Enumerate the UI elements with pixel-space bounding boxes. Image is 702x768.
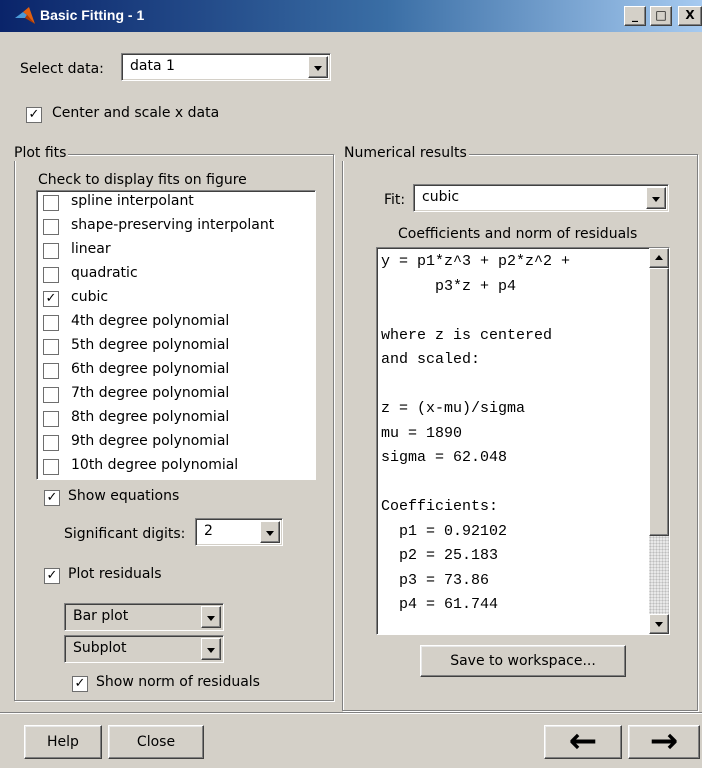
scroll-track[interactable] [649,536,669,614]
matlab-logo-icon [15,7,35,24]
significant-digits-value: 2 [204,523,213,539]
fit-label: quadratic [71,265,138,281]
chevron-down-icon[interactable] [201,638,221,660]
fit-checkbox[interactable]: ✓ [43,291,59,307]
minimize-icon: _ [632,8,638,22]
fit-label: 8th degree polynomial [71,409,230,425]
window-title: Basic Fitting - 1 [40,7,145,23]
coefficients-heading: Coefficients and norm of residuals [398,226,638,242]
fit-label: 6th degree polynomial [71,361,230,377]
fit-checkbox[interactable] [43,339,59,355]
numerical-results-title: Numerical results [342,145,469,161]
fit-checkbox[interactable] [43,267,59,283]
results-text-area[interactable]: y = p1*z^3 + p2*z^2 + p3*z + p4 where z … [376,247,670,635]
residual-plot-type-value: Bar plot [73,608,129,624]
scroll-thumb[interactable] [649,268,669,536]
fit-label: 5th degree polynomial [71,337,230,353]
title-bar[interactable]: Basic Fitting - 1 _ □ X [0,0,702,32]
plot-residuals-checkbox[interactable]: ✓ [44,568,60,584]
chevron-down-icon[interactable] [646,187,666,209]
help-button[interactable]: Help [24,725,102,759]
chevron-down-icon[interactable] [201,606,221,628]
plot-fits-title: Plot fits [12,145,69,161]
close-button[interactable]: Close [108,725,204,759]
footer-separator [0,712,702,714]
results-scrollbar[interactable] [649,248,669,634]
minimize-button[interactable]: _ [624,6,646,26]
save-to-workspace-label: Save to workspace... [450,653,596,669]
basic-fitting-window: Basic Fitting - 1 _ □ X Select data: dat… [0,0,702,768]
results-text: y = p1*z^3 + p2*z^2 + p3*z + p4 where z … [381,253,571,613]
scroll-down-icon[interactable] [649,614,669,634]
fit-checkbox[interactable] [43,243,59,259]
residual-plot-type-dropdown[interactable]: Bar plot [64,603,224,631]
significant-digits-dropdown[interactable]: 2 [195,518,283,546]
fit-label: spline interpolant [71,193,194,209]
close-label: Close [136,734,176,750]
significant-digits-label: Significant digits: [64,526,186,542]
fit-checkbox[interactable] [43,387,59,403]
maximize-icon: □ [655,8,667,22]
select-data-dropdown[interactable]: data 1 [121,53,331,81]
fit-label: 7th degree polynomial [71,385,230,401]
fit-selector-value: cubic [422,189,460,205]
scroll-up-icon[interactable] [649,248,669,268]
plot-residuals-label: Plot residuals [68,566,162,582]
help-label: Help [47,734,79,750]
fit-checkbox[interactable] [43,411,59,427]
fit-label: cubic [71,289,109,305]
back-button[interactable]: ← [544,721,622,761]
fit-label: 4th degree polynomial [71,313,230,329]
fit-checkbox[interactable] [43,459,59,475]
center-scale-checkbox[interactable]: ✓ [26,107,42,123]
fit-label: 10th degree polynomial [71,457,239,473]
chevron-down-icon[interactable] [260,521,280,543]
show-equations-checkbox[interactable]: ✓ [44,490,60,506]
close-icon: X [685,8,695,22]
fit-checkbox[interactable] [43,315,59,331]
fit-label: 9th degree polynomial [71,433,230,449]
fit-label: linear [71,241,111,257]
fit-label: Fit: [384,192,406,208]
select-data-label: Select data: [20,61,104,77]
plot-fits-instruction: Check to display fits on figure [38,172,247,188]
fit-selector-dropdown[interactable]: cubic [413,184,669,212]
residual-location-dropdown[interactable]: Subplot [64,635,224,663]
save-to-workspace-button[interactable]: Save to workspace... [420,645,626,677]
forward-button[interactable]: → [628,721,700,761]
residual-location-value: Subplot [73,640,127,656]
arrow-right-icon: → [649,721,679,761]
fit-type-list: spline interpolant shape-preserving inte… [36,190,316,480]
fit-checkbox[interactable] [43,435,59,451]
show-norm-checkbox[interactable]: ✓ [72,676,88,692]
show-equations-label: Show equations [68,488,180,504]
fit-label: shape-preserving interpolant [71,217,275,233]
close-window-button[interactable]: X [678,6,702,26]
maximize-button[interactable]: □ [650,6,672,26]
fit-checkbox[interactable] [43,363,59,379]
center-scale-label: Center and scale x data [52,105,220,121]
fit-checkbox[interactable] [43,219,59,235]
fit-checkbox[interactable] [43,195,59,211]
chevron-down-icon[interactable] [308,56,328,78]
select-data-value: data 1 [130,58,175,74]
show-norm-label: Show norm of residuals [96,674,260,690]
arrow-left-icon: ← [568,721,598,761]
